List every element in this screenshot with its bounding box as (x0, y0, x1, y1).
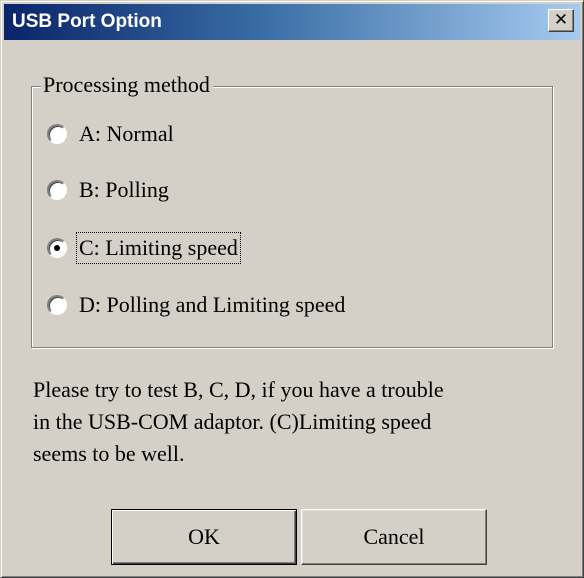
radio-polling-and-limiting-speed[interactable] (47, 295, 67, 315)
close-button[interactable]: ✕ (548, 9, 574, 32)
ok-button[interactable]: OK (111, 509, 297, 565)
message-line: Please try to test B, C, D, if you have … (33, 377, 444, 402)
group-label: Processing method (41, 71, 213, 99)
option-label[interactable]: B: Polling (77, 175, 171, 205)
radio-polling[interactable] (47, 180, 67, 200)
title-bar[interactable]: USB Port Option ✕ (4, 4, 580, 40)
window-title: USB Port Option (12, 11, 162, 32)
help-message: Please try to test B, C, D, if you have … (33, 374, 563, 470)
option-label[interactable]: C: Limiting speed (76, 232, 241, 264)
message-line: seems to be well. (33, 441, 185, 466)
message-line: in the USB-COM adaptor. (C)Limiting spee… (33, 409, 432, 434)
option-label[interactable]: D: Polling and Limiting speed (77, 290, 347, 320)
cancel-button[interactable]: Cancel (301, 509, 487, 565)
radio-normal[interactable] (47, 124, 67, 144)
radio-limiting-speed[interactable] (47, 238, 67, 258)
option-label[interactable]: A: Normal (77, 119, 176, 149)
radio-selected-dot (54, 245, 60, 251)
dialog-window: USB Port Option ✕ Processing method A: N… (0, 0, 584, 578)
close-icon: ✕ (553, 10, 569, 30)
